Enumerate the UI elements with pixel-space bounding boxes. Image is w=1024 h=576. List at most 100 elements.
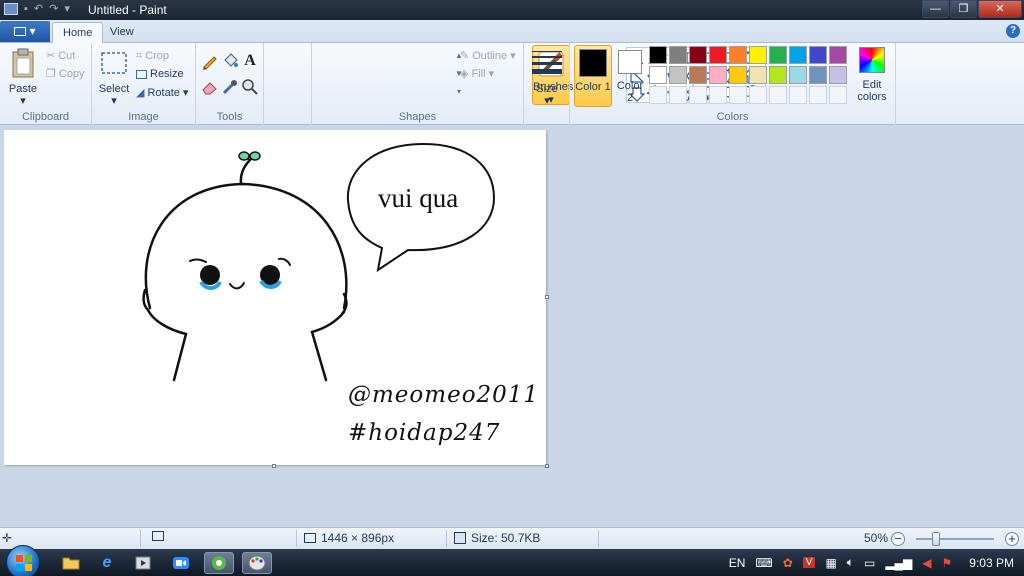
zoom-out-button[interactable]: − [891, 532, 905, 546]
tab-view[interactable]: View [100, 22, 144, 43]
minimize-button[interactable]: — [922, 0, 949, 18]
taskbar: e EN ⌨ ✿ V ▦ 🔈︎ ▭ ▂▄▆ ◀ ⚑ 9:03 PM [0, 545, 1024, 576]
zoom-app-icon[interactable] [166, 552, 196, 574]
keyboard-icon[interactable]: ⌨ [755, 556, 772, 570]
file-explorer-icon[interactable] [56, 552, 86, 574]
help-icon[interactable]: ? [1006, 24, 1020, 38]
palette-color-2-7[interactable] [769, 66, 787, 84]
palette-color-1-7[interactable] [769, 46, 787, 64]
system-tray: EN ⌨ ✿ V ▦ 🔈︎ ▭ ▂▄▆ ◀ ⚑ 9:03 PM [724, 549, 1024, 576]
palette-color-2-8[interactable] [789, 66, 807, 84]
pencil-icon[interactable] [200, 51, 220, 71]
network-device-icon[interactable]: ▦ [825, 556, 836, 570]
paste-button[interactable]: Paste ▾ [6, 47, 40, 107]
canvas-workspace[interactable]: vui qua @meomeo2011 #hoidap247 [0, 126, 1024, 527]
fill-icon: ◈ [460, 68, 469, 80]
resize-handle-right[interactable] [545, 295, 549, 299]
fill-bucket-icon[interactable] [220, 51, 240, 71]
resize-icon [136, 69, 147, 79]
cartoon-character [142, 158, 348, 382]
paint-app-icon[interactable] [4, 2, 18, 15]
speaker-icon[interactable]: 🔈︎ [847, 555, 854, 570]
volume-icon[interactable]: ◀ [922, 556, 931, 570]
paint-taskbar-icon[interactable] [242, 552, 272, 574]
shapes-group-label: Shapes [398, 111, 437, 123]
size-button[interactable]: Size ▾ [531, 47, 563, 107]
start-button[interactable] [6, 545, 40, 576]
save-icon[interactable]: ▪ [24, 3, 28, 15]
palette-color-2-3[interactable] [689, 66, 707, 84]
tray-app-icon[interactable]: ✿ [783, 556, 793, 570]
palette-color-1-5[interactable] [729, 46, 747, 64]
zoom-slider-track[interactable] [916, 538, 994, 540]
sprout-leaf-right [249, 151, 261, 161]
size-dropdown-icon: ▾ [544, 95, 550, 107]
custom-color-slot[interactable] [729, 86, 747, 104]
palette-color-1-1[interactable] [649, 46, 667, 64]
custom-color-slot[interactable] [769, 86, 787, 104]
custom-color-slot[interactable] [829, 86, 847, 104]
zoom-slider-thumb[interactable] [932, 532, 940, 546]
close-button[interactable]: ✕ [978, 0, 1022, 18]
palette-color-1-2[interactable] [669, 46, 687, 64]
resize-handle-bottom[interactable] [272, 464, 276, 468]
custom-color-slot[interactable] [689, 86, 707, 104]
window-title: Untitled - Paint [88, 3, 167, 17]
media-player-icon[interactable] [128, 552, 158, 574]
palette-color-1-9[interactable] [809, 46, 827, 64]
palette-color-2-6[interactable] [749, 66, 767, 84]
palette-color-2-4[interactable] [709, 66, 727, 84]
eraser-icon[interactable] [200, 77, 220, 97]
language-indicator[interactable]: EN [729, 556, 746, 570]
zoom-in-button[interactable]: + [1005, 532, 1019, 546]
resize-button[interactable]: Resize [136, 65, 184, 83]
palette-color-1-10[interactable] [829, 46, 847, 64]
tab-home[interactable]: Home [52, 22, 104, 43]
magnifier-icon[interactable] [240, 77, 260, 97]
custom-color-slot[interactable] [749, 86, 767, 104]
fill-button[interactable]: ◈ Fill ▾ [460, 65, 494, 83]
copy-button[interactable]: ❐ Copy [46, 65, 85, 83]
crop-button[interactable]: ⌗ Crop [136, 47, 169, 65]
palette-color-2-10[interactable] [829, 66, 847, 84]
restore-button[interactable]: ❐ [950, 0, 977, 18]
palette-color-2-9[interactable] [809, 66, 827, 84]
redo-icon[interactable]: ↷ [49, 2, 58, 15]
custom-color-slot[interactable] [649, 86, 667, 104]
outline-button[interactable]: ✎ Outline ▾ [460, 47, 516, 65]
signal-icon[interactable]: ▂▄▆ [885, 556, 912, 570]
custom-color-slot[interactable] [709, 86, 727, 104]
clock[interactable]: 9:03 PM [969, 556, 1014, 570]
palette-color-1-4[interactable] [709, 46, 727, 64]
palette-color-1-3[interactable] [689, 46, 707, 64]
select-button[interactable]: Select ▾ [98, 47, 130, 107]
text-tool-icon[interactable]: A [240, 51, 260, 71]
internet-explorer-icon[interactable]: e [92, 552, 122, 574]
green-app-icon[interactable] [204, 552, 234, 574]
edit-colors-button[interactable]: Edit colors [856, 47, 888, 103]
custom-color-slot[interactable] [669, 86, 687, 104]
paint-menu-button[interactable]: ▾ [0, 21, 50, 42]
drawing-canvas[interactable]: vui qua @meomeo2011 #hoidap247 [4, 130, 546, 465]
custom-color-slot[interactable] [789, 86, 807, 104]
palette-color-2-2[interactable] [669, 66, 687, 84]
custom-color-slot[interactable] [809, 86, 827, 104]
menu-dropdown-arrow: ▾ [29, 24, 36, 38]
action-center-icon[interactable]: ⚑ [942, 556, 953, 570]
palette-color-2-5[interactable] [729, 66, 747, 84]
resize-handle-corner[interactable] [545, 464, 549, 468]
palette-color-2-1[interactable] [649, 66, 667, 84]
colors-group-label: Colors [716, 111, 749, 123]
undo-icon[interactable]: ↶ [34, 2, 43, 15]
customize-qa-icon[interactable]: ▾ [64, 2, 70, 15]
color2-button[interactable]: Color 2 [614, 45, 646, 107]
antivirus-icon[interactable]: V [802, 557, 816, 568]
palette-color-1-6[interactable] [749, 46, 767, 64]
cut-button[interactable]: ✂ Cut [46, 47, 75, 65]
color1-button[interactable]: Color 1 [574, 45, 612, 107]
palette-color-1-8[interactable] [789, 46, 807, 64]
size-label: Size [536, 83, 558, 95]
color-picker-icon[interactable] [220, 77, 240, 97]
power-icon[interactable]: ▭ [864, 556, 875, 570]
rotate-button[interactable]: ◢ Rotate ▾ [136, 84, 188, 102]
